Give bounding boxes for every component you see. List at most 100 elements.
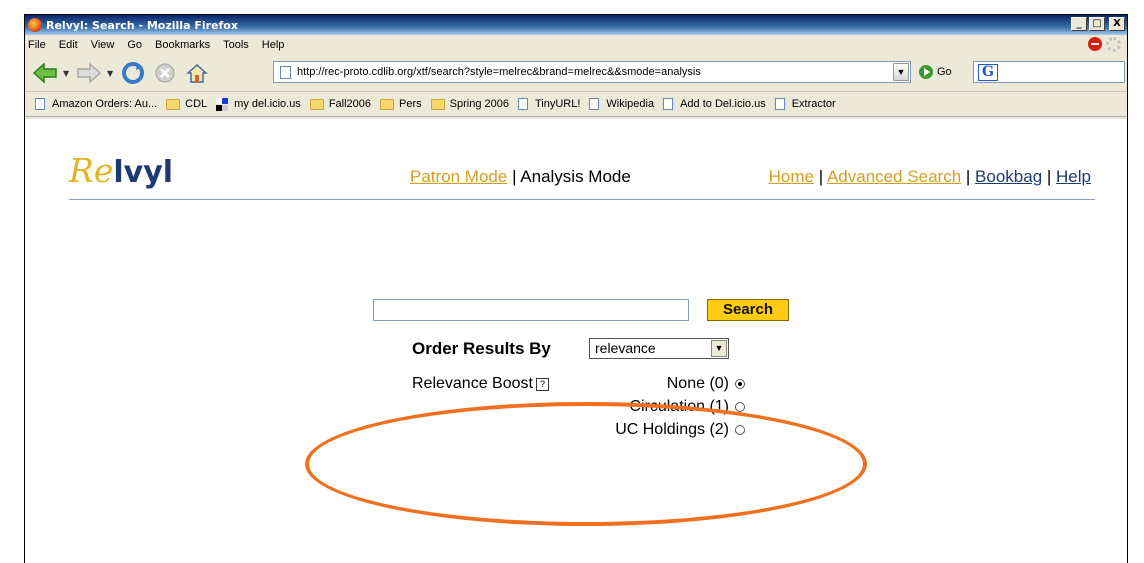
menu-go[interactable]: Go bbox=[127, 39, 142, 51]
menu-file[interactable]: File bbox=[28, 39, 46, 51]
bookmarks-toolbar: Amazon Orders: Au... CDL my del.icio.us … bbox=[25, 91, 1127, 117]
bookmark-fall2006[interactable]: Fall2006 bbox=[309, 98, 372, 110]
minimize-button[interactable]: _ bbox=[1071, 17, 1087, 31]
go-icon bbox=[919, 65, 933, 79]
back-button[interactable] bbox=[31, 59, 59, 87]
link-separator: | bbox=[814, 167, 827, 186]
home-icon bbox=[186, 63, 208, 83]
bookmark-spring-2006[interactable]: Spring 2006 bbox=[430, 98, 509, 110]
folder-icon bbox=[166, 98, 181, 110]
firefox-icon bbox=[28, 18, 42, 32]
help-link[interactable]: Help bbox=[1056, 167, 1091, 186]
bookmark-label: Fall2006 bbox=[328, 98, 372, 110]
go-button[interactable]: Go bbox=[919, 65, 952, 79]
window-controls: _ □ X bbox=[1071, 17, 1125, 31]
maximize-button[interactable]: □ bbox=[1089, 17, 1105, 31]
boost-option-none[interactable]: None (0) bbox=[667, 375, 745, 393]
home-button[interactable] bbox=[183, 59, 211, 87]
bookmark-tinyurl[interactable]: TinyURL! bbox=[517, 98, 581, 110]
forward-arrow-icon bbox=[77, 62, 102, 84]
google-icon[interactable]: G bbox=[978, 63, 998, 81]
window-title: Relvyl: Search - Mozilla Firefox bbox=[46, 18, 238, 32]
order-results-select[interactable]: relevance ▼ bbox=[589, 338, 729, 359]
bookmark-label: CDL bbox=[185, 98, 208, 110]
address-bar[interactable]: http://rec-proto.cdlib.org/xtf/search?st… bbox=[273, 61, 911, 83]
folder-icon bbox=[309, 98, 324, 110]
bookmark-label: Amazon Orders: Au... bbox=[52, 98, 158, 110]
throbber bbox=[1088, 37, 1121, 52]
navigation-toolbar: ▼ ▼ http://rec-proto.cdlib.org/xtf/searc… bbox=[25, 55, 1127, 91]
stop-button[interactable] bbox=[151, 59, 179, 87]
menu-bookmarks[interactable]: Bookmarks bbox=[155, 39, 210, 51]
forward-button[interactable] bbox=[75, 59, 103, 87]
bookmark-label: Spring 2006 bbox=[449, 98, 509, 110]
close-button[interactable]: X bbox=[1109, 17, 1125, 31]
mode-separator: | bbox=[507, 167, 521, 186]
reload-button[interactable] bbox=[119, 59, 147, 87]
page-icon bbox=[774, 98, 785, 110]
search-engine-box[interactable]: G bbox=[973, 61, 1125, 83]
logo-vyl: lvyl bbox=[113, 155, 174, 190]
forward-history-arrow-icon[interactable]: ▼ bbox=[107, 69, 115, 78]
analysis-mode-label: Analysis Mode bbox=[520, 167, 631, 186]
bookmark-label: Wikipedia bbox=[606, 98, 655, 110]
search-button[interactable]: Search bbox=[707, 299, 789, 321]
radio-circulation[interactable] bbox=[735, 402, 745, 412]
page-icon bbox=[35, 98, 45, 110]
advanced-search-link[interactable]: Advanced Search bbox=[827, 167, 961, 186]
stop-icon bbox=[155, 63, 175, 83]
mode-switcher: Patron Mode | Analysis Mode bbox=[410, 167, 631, 187]
url-history-dropdown-icon[interactable]: ▼ bbox=[893, 63, 909, 81]
bookmark-label: my del.icio.us bbox=[234, 98, 301, 110]
bookmark-label: Extractor bbox=[791, 98, 836, 110]
radio-none[interactable] bbox=[735, 379, 745, 389]
bookmark-amazon-orders[interactable]: Amazon Orders: Au... bbox=[35, 98, 157, 110]
bookmark-label: Add to Del.icio.us bbox=[680, 98, 766, 110]
stop-indicator-icon bbox=[1088, 37, 1102, 51]
page-icon bbox=[517, 98, 528, 110]
folder-icon bbox=[380, 98, 395, 110]
bookmark-extractor[interactable]: Extractor bbox=[774, 98, 836, 110]
page-icon bbox=[589, 98, 600, 110]
back-history-arrow-icon[interactable]: ▼ bbox=[63, 69, 71, 78]
help-icon[interactable]: ? bbox=[535, 378, 549, 391]
delicious-icon bbox=[216, 97, 229, 111]
title-bar: Relvyl: Search - Mozilla Firefox _ □ X bbox=[25, 15, 1127, 35]
bookmark-add-to-delicious[interactable]: Add to Del.icio.us bbox=[663, 98, 766, 110]
menu-view[interactable]: View bbox=[91, 39, 115, 51]
activity-spinner-icon bbox=[1106, 37, 1121, 52]
relevance-boost-label: Relevance Boost? bbox=[412, 375, 549, 393]
annotation-oval bbox=[305, 402, 867, 526]
bookmark-cdl[interactable]: CDL bbox=[166, 98, 207, 110]
order-selected-value: relevance bbox=[595, 340, 656, 356]
folder-icon bbox=[430, 98, 445, 110]
menu-help[interactable]: Help bbox=[262, 39, 285, 51]
top-links: Home | Advanced Search | Bookbag | Help bbox=[769, 167, 1091, 187]
link-separator: | bbox=[961, 167, 976, 186]
go-label: Go bbox=[937, 66, 952, 78]
home-link[interactable]: Home bbox=[769, 167, 814, 186]
bookbag-link[interactable]: Bookbag bbox=[975, 167, 1042, 186]
reload-icon bbox=[122, 62, 144, 84]
order-results-label: Order Results By bbox=[412, 339, 551, 358]
relvyl-logo[interactable]: Relvyl bbox=[69, 151, 173, 190]
bookmark-wikipedia[interactable]: Wikipedia bbox=[589, 98, 654, 110]
menu-bar: File Edit View Go Bookmarks Tools Help bbox=[25, 35, 1127, 55]
back-arrow-icon bbox=[32, 62, 57, 84]
header-divider bbox=[69, 199, 1095, 200]
menu-tools[interactable]: Tools bbox=[223, 39, 249, 51]
bookmark-pers[interactable]: Pers bbox=[380, 98, 422, 110]
url-text[interactable]: http://rec-proto.cdlib.org/xtf/search?st… bbox=[297, 66, 893, 78]
logo-re: Re bbox=[69, 151, 114, 190]
page-icon bbox=[663, 98, 674, 110]
boost-option-label: None (0) bbox=[666, 375, 729, 392]
page-icon bbox=[280, 65, 291, 79]
bookmark-label: TinyURL! bbox=[534, 98, 581, 110]
bookmark-label: Pers bbox=[399, 98, 422, 110]
bookmark-my-delicious[interactable]: my del.icio.us bbox=[216, 97, 301, 111]
search-input[interactable] bbox=[373, 299, 689, 321]
chevron-down-icon[interactable]: ▼ bbox=[711, 340, 727, 357]
menu-edit[interactable]: Edit bbox=[59, 39, 78, 51]
patron-mode-link[interactable]: Patron Mode bbox=[410, 167, 507, 186]
link-separator: | bbox=[1042, 167, 1057, 186]
